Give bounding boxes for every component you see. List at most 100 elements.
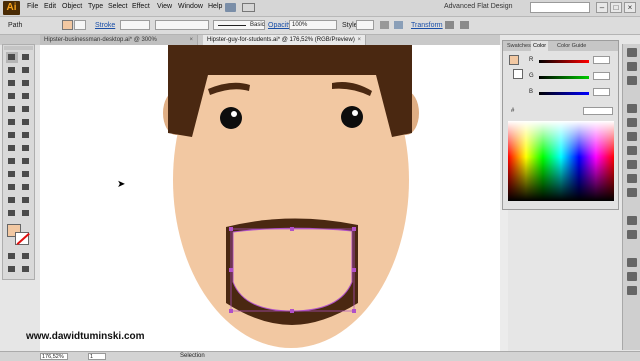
artboards-icon[interactable] [627,230,637,239]
screen-mode-icon[interactable] [20,264,32,275]
menu-select[interactable]: Select [108,3,127,10]
graphic-style-dropdown[interactable] [356,20,374,30]
type-tool-icon[interactable] [20,78,32,89]
variable-width-profile[interactable] [155,20,209,30]
tab-close-icon[interactable]: × [357,35,361,45]
preferences-icon[interactable] [394,21,403,29]
blob-brush-tool-icon[interactable] [6,117,18,128]
gradient-tool-icon[interactable] [20,169,32,180]
paintbrush-tool-icon[interactable] [6,104,18,115]
tab-swatches[interactable]: Swatches [505,41,533,51]
free-transform-tool-icon[interactable] [20,143,32,154]
tab-close-icon[interactable]: × [189,35,193,45]
menu-view[interactable]: View [157,3,172,10]
toolbar-grip[interactable] [4,46,33,50]
mouth-shape[interactable] [233,228,352,311]
symbol-sprayer-tool-icon[interactable] [6,195,18,206]
zoom-tool-icon[interactable] [20,208,32,219]
scale-tool-icon[interactable] [20,130,32,141]
stroke-color-box[interactable] [15,232,30,245]
pen-tool-icon[interactable] [6,78,18,89]
shape-builder-tool-icon[interactable] [6,156,18,167]
color-panel-icon[interactable] [627,48,637,57]
blue-value-input[interactable] [593,88,610,96]
swatches-icon[interactable] [627,76,637,85]
pathfinder-icon[interactable] [627,272,637,281]
hand-tool-icon[interactable] [6,208,18,219]
arrange-documents-icon[interactable] [242,3,255,12]
color-guide-icon[interactable] [627,62,637,71]
tab-color[interactable]: Color [531,41,549,51]
artboard-number-input[interactable]: 1 [88,353,106,360]
blend-tool-icon[interactable] [20,182,32,193]
minimize-button[interactable]: – [596,2,608,13]
tab-hipster-guy[interactable]: Hipster-guy-for-students.ai* @ 176,52% (… [203,35,366,45]
left-eye[interactable] [220,107,242,129]
menu-file[interactable]: File [27,3,38,10]
document-setup-icon[interactable] [380,21,389,29]
menu-effect[interactable]: Effect [132,3,150,10]
stroke-panel-icon[interactable] [627,132,637,141]
color-spectrum[interactable] [508,121,614,201]
layers-icon[interactable] [627,216,637,225]
line-tool-icon[interactable] [6,91,18,102]
selection-tool-icon[interactable] [6,52,18,63]
align-icon[interactable] [445,21,454,29]
eraser-tool-icon[interactable] [20,117,32,128]
blue-slider[interactable] [539,92,589,95]
fill-color-swatch[interactable] [62,20,73,30]
perspective-grid-tool-icon[interactable] [20,156,32,167]
brush-definition-dropdown[interactable]: Basic [213,20,265,30]
menu-window[interactable]: Window [178,3,203,10]
menu-type[interactable]: Type [88,3,103,10]
direct-selection-tool-icon[interactable] [20,52,32,63]
symbols-icon[interactable] [627,118,637,127]
red-value-input[interactable] [593,56,610,64]
workspace-switcher[interactable]: Advanced Flat Design [444,3,512,10]
transform-panel-icon[interactable] [627,286,637,295]
artboard-canvas[interactable] [40,45,500,351]
right-eye[interactable] [341,106,363,128]
fill-dropdown[interactable] [74,20,86,30]
hex-value-input[interactable] [583,107,613,115]
green-slider[interactable] [539,76,589,79]
rotate-tool-icon[interactable] [6,130,18,141]
stroke-link[interactable]: Stroke [95,22,115,29]
close-button[interactable]: × [624,2,636,13]
menu-help[interactable]: Help [208,3,222,10]
width-tool-icon[interactable] [6,143,18,154]
eyedropper-tool-icon[interactable] [6,182,18,193]
align-panel-icon[interactable] [627,258,637,267]
transparency-icon[interactable] [627,160,637,169]
menu-edit[interactable]: Edit [44,3,56,10]
green-value-input[interactable] [593,72,610,80]
isolate-icon[interactable] [460,21,469,29]
menu-object[interactable]: Object [62,3,82,10]
tab-hipster-businessman[interactable]: Hipster-businessman-desktop.ai* @ 300% (… [40,35,198,53]
panel-fill-swatch[interactable] [509,55,519,65]
none-mode-icon[interactable] [20,251,32,262]
zoom-level-input[interactable]: 176,52% [40,353,68,360]
gradient-panel-icon[interactable] [627,146,637,155]
color-mode-icon[interactable] [6,251,18,262]
transform-link[interactable]: Transform [411,22,443,29]
maximize-button[interactable]: □ [610,2,622,13]
red-slider[interactable] [539,60,589,63]
graph-tool-icon[interactable] [20,195,32,206]
mesh-tool-icon[interactable] [6,169,18,180]
bridge-icon[interactable] [225,3,236,12]
draw-normal-icon[interactable] [6,264,18,275]
appearance-icon[interactable] [627,174,637,183]
stroke-weight-input[interactable] [120,20,150,30]
search-input[interactable] [530,2,590,13]
graphic-styles-icon[interactable] [627,188,637,197]
brushes-icon[interactable] [627,104,637,113]
tab-color-guide[interactable]: Color Guide [555,41,588,51]
ellipse-tool-icon[interactable] [20,91,32,102]
panel-stroke-swatch[interactable] [513,69,523,79]
lasso-tool-icon[interactable] [20,65,32,76]
magic-wand-tool-icon[interactable] [6,65,18,76]
pencil-tool-icon[interactable] [20,104,32,115]
blue-slider-label: B [529,89,534,95]
opacity-input[interactable]: 100% [289,20,337,30]
